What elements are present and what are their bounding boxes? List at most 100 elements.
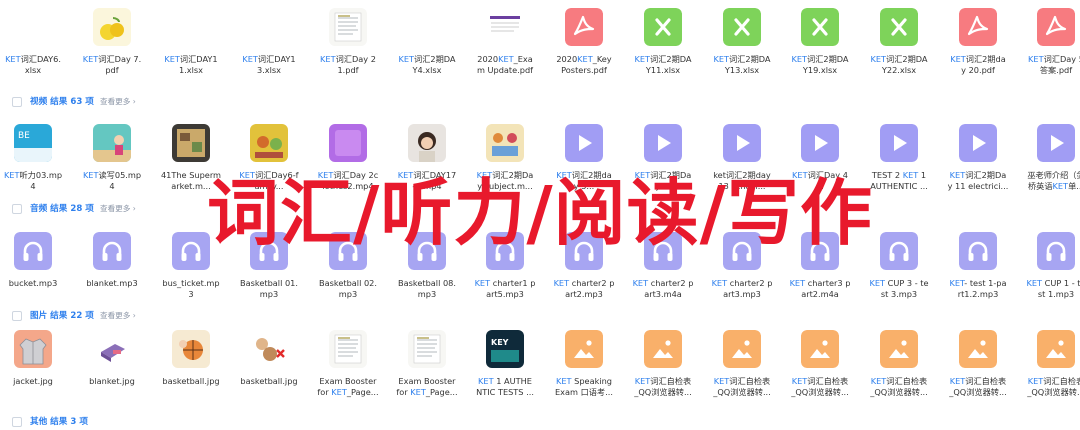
file-name-segment: bus_ticket.mp [162, 278, 220, 288]
file-name-segment: 1.xlsx [178, 65, 204, 75]
file-item[interactable]: KET Speaking Exam 口语考... [545, 322, 623, 412]
file-name: KET词汇自检表_QQ浏览器转... [781, 376, 859, 398]
file-item[interactable]: KET词汇自检表_QQ浏览器转... [1017, 322, 1080, 412]
video-photo-thumbnail-3 [172, 124, 210, 162]
xlsx-icon [723, 8, 761, 46]
file-item[interactable]: 2020KET_Exa m Update.pdf [466, 0, 544, 90]
file-item[interactable]: KET词汇2期DA Y13.xlsx [703, 0, 781, 90]
file-item[interactable]: KET词汇2期DA Y19.xlsx [781, 0, 859, 90]
file-item[interactable]: jacket.jpg [0, 322, 72, 412]
file-item[interactable]: Exam Booster for KET_Page... [309, 322, 387, 412]
file-name-segment: _QQ浏览器转... [634, 387, 692, 397]
xlsx-icon [801, 8, 839, 46]
image-icon [880, 330, 918, 368]
file-name-segment: _Page... [425, 387, 458, 397]
file-name-segment: _QQ浏览器转... [949, 387, 1007, 397]
file-item[interactable]: basketball.jpg [230, 322, 308, 412]
section-select-checkbox[interactable] [12, 97, 22, 107]
pdf-icon [959, 8, 997, 46]
file-item[interactable]: KET词汇Day 5 答案.pdf [1017, 0, 1080, 90]
file-name: 2020KET_Key Posters.pdf [545, 54, 623, 76]
document-page-thumbnail [408, 330, 446, 368]
file-item[interactable]: basketball.jpg [152, 322, 230, 412]
doc-blank-thumbnail [408, 8, 446, 46]
video-icon [801, 124, 839, 162]
file-name: KET词汇Day 5 答案.pdf [1017, 54, 1080, 76]
keyword-highlight: KET [870, 376, 887, 386]
file-item[interactable]: KET词汇Day 7. pdf [73, 0, 151, 90]
file-name-segment: 词汇Day 5 [1043, 54, 1080, 64]
file-name-segment: 词汇2期DA [807, 54, 849, 64]
file-item[interactable]: KET词汇2期da y 20.pdf [939, 0, 1017, 90]
document-page-thumbnail [329, 330, 367, 368]
file-name: KET charter3 p art2.m4a [781, 278, 859, 300]
keyword-highlight: KET [789, 278, 806, 288]
file-name: KET charter2 p art3.m4a [624, 278, 702, 300]
keyword-highlight: KET [1028, 54, 1044, 64]
keyword-highlight: KET [870, 54, 886, 64]
doc-blank-thumbnail [172, 8, 210, 46]
file-name-segment: Exam Booster [319, 376, 377, 386]
file-name-segment: - test 1-pa [964, 278, 1007, 288]
file-name: KET charter2 p art2.mp3 [545, 278, 623, 300]
xlsx-icon [644, 8, 682, 46]
file-name: KET词汇2期DA Y19.xlsx [781, 54, 859, 76]
file-name-segment: 词汇DAY6. [20, 54, 61, 64]
file-name-segment: 词汇2期DA [729, 54, 771, 64]
keyword-highlight: KET [474, 278, 491, 288]
svg-text:KEY: KEY [491, 338, 509, 347]
file-name: KET词汇2期DA Y22.xlsx [860, 54, 938, 76]
file-item[interactable]: KET词汇2期DA Y11.xlsx [624, 0, 702, 90]
keyword-highlight: KET [711, 278, 728, 288]
lemon-image-thumbnail [93, 8, 131, 46]
pdf-icon [1037, 8, 1075, 46]
file-name-segment: Exam Booster [398, 376, 456, 386]
file-item[interactable]: 2020KET_Key Posters.pdf [545, 0, 623, 90]
view-more-link[interactable]: 查看更多 › [100, 310, 136, 321]
file-name-segment: rt1.2.mp3 [957, 289, 999, 299]
file-item[interactable]: KET词汇2期DA Y4.xlsx [388, 0, 466, 90]
file-name: KET charter2 p art3.mp3 [703, 278, 781, 300]
file-item[interactable]: KEY KET 1 AUTHE NTIC TESTS ... [466, 322, 544, 412]
keyword-highlight: KET [331, 387, 347, 397]
file-name-segment: 词汇2期DA [414, 54, 456, 64]
exam-update-thumbnail [486, 8, 524, 46]
file-name-segment: 词汇2期da [965, 54, 1006, 64]
doc-blank-thumbnail [14, 8, 52, 46]
section-select-checkbox[interactable] [12, 417, 22, 427]
view-more-link[interactable]: 查看更多 › [100, 96, 136, 107]
file-item[interactable]: KET词汇自检表_QQ浏览器转... [860, 322, 938, 412]
file-item[interactable]: KET词汇自检表_QQ浏览器转... [939, 322, 1017, 412]
file-item[interactable]: KET词汇DAY1 3.xlsx [230, 0, 308, 90]
file-name-segment: art3.mp3 [723, 289, 761, 299]
section-header: 其他 结果 3 项 [0, 414, 1080, 430]
file-item[interactable]: blanket.jpg [73, 322, 151, 412]
keyword-highlight: KET [5, 54, 21, 64]
file-name-segment: 1.pdf [337, 65, 359, 75]
file-grid-row: jacket.jpg blanket.jpg basketball.jpg baske… [0, 322, 1080, 410]
file-name-segment: m Update.pdf [476, 65, 534, 75]
file-item[interactable]: KET词汇自检表_QQ浏览器转... [624, 322, 702, 412]
file-name: KET- test 1-pa rt1.2.mp3 [939, 278, 1017, 300]
file-item[interactable]: Exam Booster for KET_Page... [388, 322, 466, 412]
file-item[interactable]: KET词汇自检表_QQ浏览器转... [781, 322, 859, 412]
file-name-segment: 词汇自检表 [650, 376, 692, 386]
file-name-segment: _QQ浏览器转... [713, 387, 771, 397]
file-name-segment: charter2 p [648, 278, 694, 288]
file-item[interactable]: KET词汇DAY1 1.xlsx [152, 0, 230, 90]
file-item[interactable]: KET词汇自检表_QQ浏览器转... [703, 322, 781, 412]
file-name: KET词汇2期da y 20.pdf [939, 54, 1017, 76]
keyword-highlight: KET [713, 376, 730, 386]
file-item[interactable]: KET词汇2期DA Y22.xlsx [860, 0, 938, 90]
section-header: 视频 结果 63 项查看更多 › [0, 94, 1080, 110]
keyword-highlight: KET [791, 376, 808, 386]
section-select-checkbox[interactable] [12, 311, 22, 321]
keyword-highlight: KET [634, 376, 651, 386]
file-name-segment: st 1.mp3 [1037, 289, 1075, 299]
file-name-segment: Basketball 02. [319, 278, 377, 288]
file-name: KET 1 AUTHE NTIC TESTS ... [466, 376, 544, 398]
file-name-segment: 3.xlsx [256, 65, 282, 75]
image-icon [644, 330, 682, 368]
file-item[interactable]: KET词汇DAY6. xlsx [0, 0, 72, 90]
file-item[interactable]: KET词汇Day 2 1.pdf [309, 0, 387, 90]
